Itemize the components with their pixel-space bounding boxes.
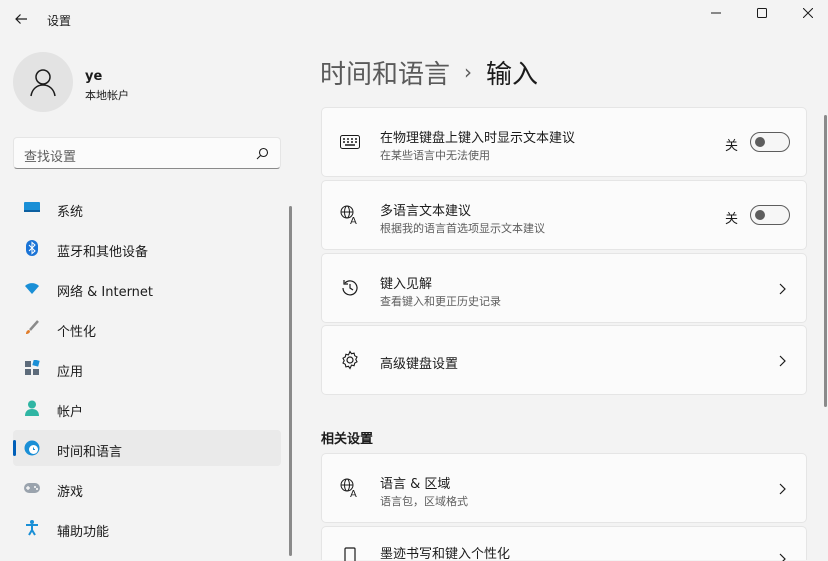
chevron-right-icon bbox=[779, 553, 786, 561]
system-icon bbox=[24, 200, 40, 216]
app-title: 设置 bbox=[47, 14, 72, 28]
sidebar-item-system[interactable]: 系统 bbox=[13, 190, 281, 226]
toggle-knob bbox=[755, 137, 765, 147]
sidebar-item-accounts[interactable]: 帐户 bbox=[13, 390, 281, 426]
setting-subtitle: 查看键入和更正历史记录 bbox=[380, 295, 501, 308]
sidebar-item-personalization[interactable]: 个性化 bbox=[13, 310, 281, 346]
chevron-right-icon bbox=[779, 483, 786, 495]
chevron-right-icon bbox=[779, 355, 786, 367]
keyboard-icon bbox=[340, 132, 360, 152]
setting-title: 键入见解 bbox=[380, 277, 433, 292]
setting-title: 多语言文本建议 bbox=[380, 204, 472, 219]
brush-icon bbox=[24, 320, 40, 336]
minimize-button[interactable] bbox=[693, 0, 739, 26]
sidebar-item-label: 网络 & Internet bbox=[57, 285, 154, 300]
setting-card-typing-insights[interactable]: 键入见解 查看键入和更正历史记录 bbox=[321, 253, 807, 323]
history-icon bbox=[340, 278, 360, 298]
setting-subtitle: 语言包，区域格式 bbox=[380, 495, 468, 508]
physical-keyboard-suggestions-toggle[interactable] bbox=[750, 132, 790, 152]
toggle-knob bbox=[755, 210, 765, 220]
search-box[interactable]: 查找设置 bbox=[13, 137, 281, 169]
wifi-icon bbox=[24, 280, 40, 296]
sidebar-item-label: 蓝牙和其他设备 bbox=[57, 245, 149, 260]
setting-card-physical-keyboard-suggestions: 在物理键盘上键入时显示文本建议 在某些语言中无法使用 关 bbox=[321, 107, 807, 177]
title-bar: 设置 bbox=[0, 0, 828, 40]
sidebar-item-apps[interactable]: 应用 bbox=[13, 350, 281, 386]
sidebar-item-label: 时间和语言 bbox=[57, 445, 123, 460]
setting-title: 在物理键盘上键入时显示文本建议 bbox=[380, 131, 576, 146]
sidebar-item-label: 辅助功能 bbox=[57, 525, 110, 540]
setting-title: 墨迹书写和键入个性化 bbox=[380, 547, 511, 561]
search-input[interactable]: 查找设置 bbox=[24, 146, 76, 165]
language-icon: A bbox=[340, 478, 360, 498]
account-icon bbox=[24, 400, 40, 416]
time-language-icon bbox=[24, 440, 40, 456]
sidebar-item-label: 帐户 bbox=[57, 405, 84, 420]
sidebar-item-label: 个性化 bbox=[57, 325, 97, 340]
account-type: 本地帐户 bbox=[85, 89, 129, 102]
svg-text:A: A bbox=[350, 489, 357, 498]
maximize-button[interactable] bbox=[739, 0, 785, 26]
user-profile[interactable]: ye 本地帐户 bbox=[13, 52, 263, 114]
toggle-state-label: 关 bbox=[724, 139, 738, 154]
multilingual-suggestions-toggle[interactable] bbox=[750, 205, 790, 225]
gear-icon bbox=[340, 350, 360, 370]
sidebar-item-network[interactable]: 网络 & Internet bbox=[13, 270, 281, 306]
sidebar-item-gaming[interactable]: 游戏 bbox=[13, 470, 281, 506]
chevron-right-icon bbox=[779, 283, 786, 295]
breadcrumb: 时间和语言 › 输入 bbox=[320, 54, 538, 90]
close-button[interactable] bbox=[785, 0, 828, 26]
setting-card-multilingual-suggestions: A 多语言文本建议 根据我的语言首选项显示文本建议 关 bbox=[321, 180, 807, 250]
sidebar-item-label: 游戏 bbox=[57, 485, 84, 500]
setting-card-pen-typing-personalization[interactable]: 墨迹书写和键入个性化 bbox=[321, 526, 807, 561]
maximize-icon bbox=[757, 8, 767, 18]
breadcrumb-separator: › bbox=[464, 60, 473, 84]
active-indicator bbox=[13, 440, 16, 456]
apps-icon bbox=[24, 360, 40, 376]
back-button[interactable] bbox=[8, 6, 34, 32]
user-name: ye bbox=[85, 69, 103, 84]
accessibility-icon bbox=[24, 520, 40, 536]
svg-text:A: A bbox=[350, 216, 357, 225]
breadcrumb-parent[interactable]: 时间和语言 bbox=[320, 54, 450, 91]
sidebar-item-bluetooth[interactable]: 蓝牙和其他设备 bbox=[13, 230, 281, 266]
page-title: 输入 bbox=[486, 59, 539, 90]
sidebar-nav: 系统 蓝牙和其他设备 网络 & Internet 个性化 应用 帐户 时间和语言… bbox=[13, 190, 281, 550]
setting-title: 语言 & 区域 bbox=[380, 477, 451, 492]
gamepad-icon bbox=[24, 480, 40, 496]
setting-title: 高级键盘设置 bbox=[380, 357, 459, 372]
sidebar-item-label: 应用 bbox=[57, 365, 84, 380]
setting-card-advanced-keyboard[interactable]: 高级键盘设置 bbox=[321, 325, 807, 395]
back-arrow-icon bbox=[15, 14, 27, 24]
sidebar-item-time-language[interactable]: 时间和语言 bbox=[13, 430, 281, 466]
related-settings-heading: 相关设置 bbox=[321, 432, 374, 447]
person-icon bbox=[30, 69, 56, 97]
main-scrollbar[interactable] bbox=[824, 115, 827, 407]
pen-icon bbox=[340, 545, 360, 561]
sidebar-item-label: 系统 bbox=[57, 205, 84, 220]
avatar bbox=[13, 52, 73, 112]
minimize-icon bbox=[711, 12, 721, 14]
setting-subtitle: 根据我的语言首选项显示文本建议 bbox=[380, 222, 545, 235]
bluetooth-icon bbox=[24, 240, 40, 256]
close-icon bbox=[803, 8, 813, 18]
setting-subtitle: 在某些语言中无法使用 bbox=[380, 149, 490, 162]
language-icon: A bbox=[340, 205, 360, 225]
toggle-state-label: 关 bbox=[724, 212, 738, 227]
search-icon[interactable] bbox=[254, 146, 270, 162]
sidebar-item-accessibility[interactable]: 辅助功能 bbox=[13, 510, 281, 546]
sidebar-scrollbar[interactable] bbox=[289, 206, 292, 556]
setting-card-language-region[interactable]: A 语言 & 区域 语言包，区域格式 bbox=[321, 453, 807, 523]
